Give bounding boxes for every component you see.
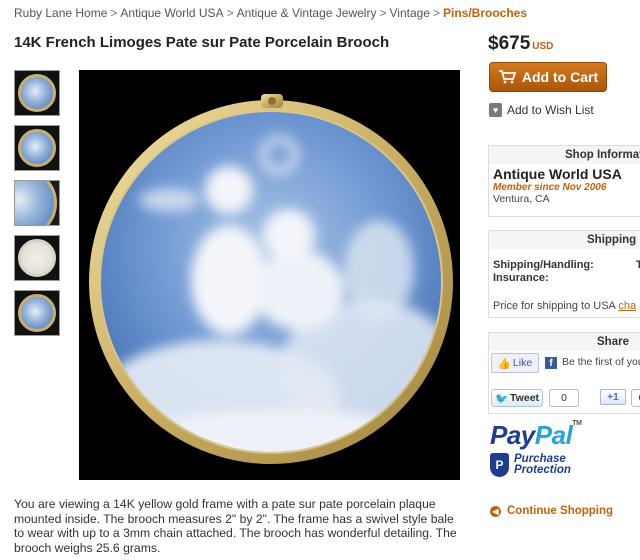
continue-shopping-label: Continue Shopping: [507, 505, 614, 517]
price-currency: USD: [532, 41, 554, 52]
product-description: You are viewing a 14K yellow gold frame …: [14, 497, 457, 555]
thumbnail-3[interactable]: [14, 180, 60, 226]
shipping-note: Price for shipping to USA cha: [489, 285, 640, 312]
breadcrumb-current[interactable]: Pins/Brooches: [443, 6, 527, 20]
add-to-cart-button[interactable]: Add to Cart: [489, 62, 607, 92]
breadcrumb-link-home[interactable]: Ruby Lane Home: [14, 6, 107, 20]
thumbs-up-icon: 👍: [497, 357, 511, 370]
breadcrumb-link-vintage[interactable]: Vintage: [389, 6, 429, 20]
insurance-label: Insurance:: [493, 272, 549, 284]
wishlist-label: Add to Wish List: [507, 103, 594, 117]
continue-shopping-link[interactable]: ◀ Continue Shopping: [490, 505, 613, 517]
thumbnail-image: [18, 129, 56, 167]
google-plus-count: 0: [631, 389, 640, 407]
page-title: 14K French Limoges Pate sur Pate Porcela…: [14, 34, 390, 51]
protection-line-2: Protection: [514, 464, 571, 476]
arrow-left-icon: ◀: [490, 505, 501, 517]
breadcrumb: Ruby Lane Home > Antique World USA > Antique…: [14, 6, 527, 20]
shop-info-header: Shop Informat: [489, 146, 640, 164]
cart-icon: [498, 70, 516, 84]
brooch-illustration: [89, 94, 453, 464]
price-amount: $675: [488, 33, 531, 54]
purchase-protection: P Purchase Protection: [490, 453, 610, 477]
member-since: Member since Nov 2006: [493, 182, 607, 193]
tweet-label: Tweet: [510, 392, 540, 404]
breadcrumb-separator: >: [110, 6, 118, 20]
like-label: Like: [512, 357, 533, 369]
tweet-button[interactable]: 🐦 Tweet: [491, 389, 543, 407]
thumbnail-2[interactable]: [14, 125, 60, 171]
thumbnail-image: [18, 239, 56, 277]
add-to-cart-label: Add to Cart: [521, 69, 599, 85]
breadcrumb-link-shop[interactable]: Antique World USA: [120, 6, 223, 20]
facebook-text: Be the first of you: [562, 356, 640, 368]
google-plus-button[interactable]: +1: [600, 389, 626, 405]
paypal-tm: TM: [572, 420, 582, 427]
main-product-image[interactable]: [79, 70, 460, 480]
facebook-like-button[interactable]: 👍 Like: [491, 353, 539, 373]
insurance-row: Insurance:: [489, 272, 640, 285]
share-panel: Share 👍 Like f Be the first of you 🐦 Twe…: [488, 332, 640, 414]
breadcrumb-separator: >: [379, 6, 387, 20]
paypal-logo-pal: Pal: [534, 420, 573, 450]
heart-icon: ♥: [489, 103, 502, 117]
thumbnail-image: [18, 294, 56, 332]
price: $675 USD: [488, 33, 553, 55]
shop-location: Ventura, CA: [493, 193, 550, 205]
thumbnail-image: [18, 74, 56, 112]
shipping-handling-value: T: [636, 259, 640, 271]
facebook-icon: f: [545, 357, 557, 369]
shop-name[interactable]: Antique World USA: [489, 164, 640, 182]
shipping-header: Shipping: [489, 231, 640, 249]
paypal-badge: PayPalTM P Purchase Protection: [490, 420, 610, 477]
shipping-change-link[interactable]: cha: [618, 300, 636, 312]
shipping-handling-label: Shipping/Handling:: [493, 259, 594, 271]
breadcrumb-link-jewelry[interactable]: Antique & Vintage Jewelry: [237, 6, 377, 20]
breadcrumb-separator: >: [226, 6, 234, 20]
paypal-logo: PayPalTM: [490, 420, 610, 451]
shipping-panel: Shipping Shipping/Handling: T Insurance: …: [488, 230, 640, 318]
shield-icon: P: [490, 453, 509, 477]
paypal-logo-pay: Pay: [490, 420, 535, 450]
tweet-count: 0: [549, 389, 579, 407]
purchase-protection-text: Purchase Protection: [514, 453, 571, 476]
shipping-note-text: Price for shipping to USA: [493, 300, 616, 312]
thumbnail-image: [15, 181, 57, 225]
thumbnail-5[interactable]: [14, 290, 60, 336]
thumbnail-strip: [14, 70, 60, 345]
add-to-wishlist-link[interactable]: ♥ Add to Wish List: [489, 103, 594, 117]
share-header: Share: [489, 333, 640, 351]
twitter-bird-icon: 🐦: [494, 392, 509, 405]
shop-info-panel: Shop Informat Antique World USA Member s…: [488, 145, 640, 217]
thumbnail-1[interactable]: [14, 70, 60, 116]
thumbnail-4[interactable]: [14, 235, 60, 281]
breadcrumb-separator: >: [432, 6, 440, 20]
shipping-handling-row: Shipping/Handling: T: [489, 259, 640, 272]
